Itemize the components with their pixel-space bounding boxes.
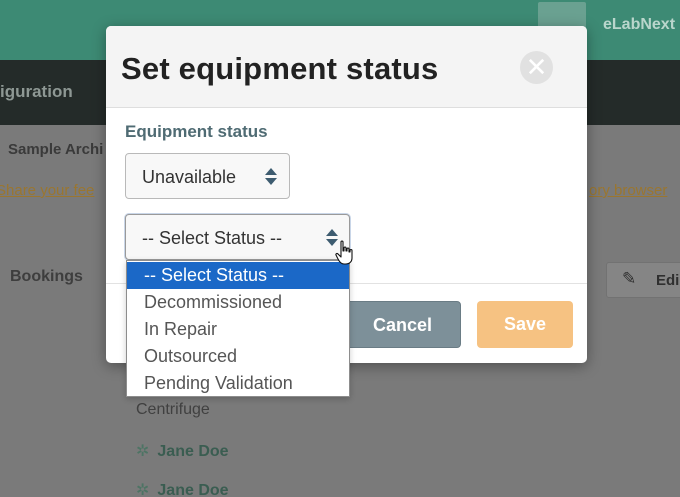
equipment-status-select[interactable]: Unavailable (125, 153, 290, 199)
cog-icon: ✲ (136, 443, 150, 460)
dropdown-option[interactable]: Outsourced (127, 343, 349, 370)
dropdown-option[interactable]: Decommissioned (127, 289, 349, 316)
select-arrows-icon (265, 168, 277, 186)
feedback-link[interactable]: Share your fee (0, 182, 94, 199)
modal-header: Set equipment status ✕ (106, 26, 587, 108)
modal-title: Set equipment status (121, 51, 439, 86)
cog-icon: ✲ (136, 482, 150, 497)
equipment-status-value: Unavailable (142, 167, 237, 187)
close-icon[interactable]: ✕ (520, 51, 553, 84)
user-name: Jane Doe (157, 443, 229, 460)
sub-status-select[interactable]: -- Select Status -- (125, 214, 350, 260)
user-row[interactable]: ✲ Jane Doe (136, 441, 229, 461)
browser-link[interactable]: ory browser (589, 182, 667, 199)
dropdown-option[interactable]: Pending Validation (127, 370, 349, 397)
sub-status-value: -- Select Status -- (142, 228, 283, 248)
user-row[interactable]: ✲ Jane Doe (136, 480, 229, 497)
tab-bookings[interactable]: Bookings (10, 268, 83, 286)
sub-status-dropdown-list: -- Select Status -- Decommissioned In Re… (126, 260, 350, 397)
user-name: Jane Doe (157, 482, 229, 497)
cancel-button[interactable]: Cancel (344, 301, 461, 348)
save-button[interactable]: Save (477, 301, 573, 348)
brand-name: eLabNext (603, 16, 676, 33)
edit-button-label: Edi (656, 272, 680, 289)
hand-pointer-icon (335, 240, 353, 265)
equipment-name: Centrifuge (136, 401, 210, 418)
pencil-icon: ✎ (622, 269, 637, 288)
dropdown-option[interactable]: -- Select Status -- (127, 262, 349, 289)
dropdown-option[interactable]: In Repair (127, 316, 349, 343)
equipment-status-label: Equipment status (125, 122, 268, 141)
archive-title: Sample Archi (8, 141, 104, 158)
nav-item-configuration[interactable]: iguration (0, 82, 73, 102)
